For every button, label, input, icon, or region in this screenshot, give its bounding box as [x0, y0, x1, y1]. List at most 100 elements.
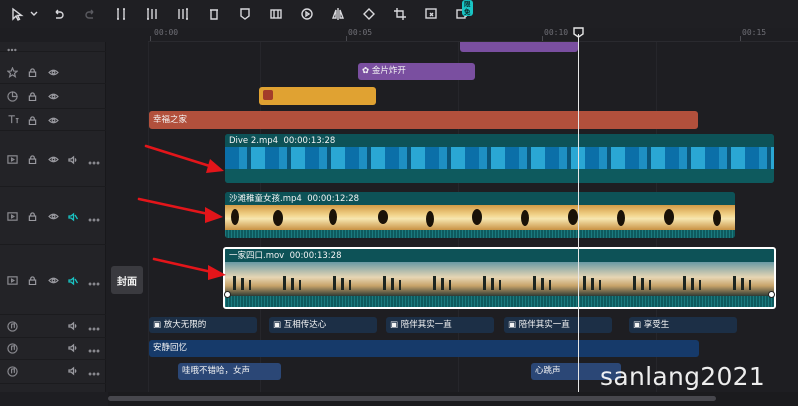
clip-thumbnails	[225, 147, 774, 169]
text-clip[interactable]: 幸福之家	[149, 111, 698, 129]
sticker-clip[interactable]	[259, 87, 376, 105]
clip-audio-strip	[225, 296, 774, 307]
playhead-handle-icon[interactable]	[573, 27, 584, 38]
volume-icon[interactable]	[68, 321, 78, 331]
speech-clip[interactable]: ▣ 陪伴其实一直	[504, 317, 612, 333]
ruler-mark	[740, 36, 741, 41]
video-clip-2[interactable]: 沙滩稚童女孩.mp4 00:00:12:28	[225, 192, 735, 238]
volume-icon[interactable]	[68, 343, 78, 353]
effect-clip[interactable]: ✿ 金片炸开	[358, 63, 475, 80]
lock-icon[interactable]	[28, 155, 37, 165]
more-icon[interactable]	[88, 369, 100, 376]
lock-icon[interactable]	[28, 212, 37, 222]
effect-clip-name: 金片炸开	[371, 66, 406, 76]
rotate-icon[interactable]	[358, 3, 380, 25]
timeline-area[interactable]: ✿ 金片炸开 幸福之家 Dive 2.mp4 00:00:13:28 沙滩稚童女…	[148, 42, 798, 392]
toolbar: 限免	[0, 0, 798, 28]
sfx-clip-label: 心跳声	[535, 366, 561, 376]
select-icon[interactable]	[6, 3, 28, 25]
track-header-audio-music	[0, 338, 106, 360]
sfx-clip[interactable]: 哇哦不错哈，女声	[178, 363, 281, 380]
lock-icon[interactable]	[28, 276, 37, 286]
redo-icon[interactable]	[79, 3, 101, 25]
time-ruler[interactable]: 00:00 00:05 00:10 00:15	[148, 28, 798, 42]
lock-icon[interactable]	[28, 116, 37, 126]
speech-clip[interactable]: ▣ 陪伴其实一直	[386, 317, 494, 333]
track-header-video-1	[0, 131, 106, 187]
watermark: sanlang2021	[600, 362, 766, 391]
cover-button[interactable]: 封面	[111, 266, 143, 294]
playhead-line[interactable]	[578, 34, 579, 392]
more-icon[interactable]	[88, 346, 100, 353]
annotation-arrow-icon	[144, 144, 224, 173]
split-right-icon[interactable]	[172, 3, 194, 25]
track-header-audio-sfx	[0, 360, 106, 384]
ruler-tick: 00:05	[348, 28, 373, 37]
trim-handle-right[interactable]	[768, 291, 775, 298]
clip-thumbnails	[225, 205, 735, 230]
music-clip-label: 安静回忆	[153, 343, 188, 353]
video-clip-main[interactable]: 一家四口.mov 00:00:13:28	[223, 247, 776, 309]
split-icon[interactable]	[110, 3, 132, 25]
text-clip-label: 幸福之家	[153, 115, 188, 125]
edit-icon[interactable]	[420, 3, 442, 25]
smart-frame-icon[interactable]: 限免	[451, 0, 473, 25]
girl-silhouettes	[231, 209, 721, 227]
horizontal-scrollbar[interactable]	[108, 392, 798, 406]
clip-header: 一家四口.mov 00:00:13:28	[225, 249, 774, 262]
partial-top-clip[interactable]	[460, 42, 578, 52]
more-icon[interactable]	[88, 158, 100, 165]
audio-track-icon	[7, 366, 18, 377]
eye-icon[interactable]	[48, 276, 59, 285]
effect-clip-label: ✿ 金片炸开	[362, 66, 406, 76]
speech-clip-label: ▣ 陪伴其实一直	[390, 320, 452, 330]
speech-clip-label: ▣ 享受生	[633, 320, 670, 330]
split-left-icon[interactable]	[141, 3, 163, 25]
more-icon[interactable]	[88, 324, 100, 331]
mute-icon[interactable]	[68, 212, 79, 222]
track-header-video-2	[0, 187, 106, 245]
clip-thumbnails	[225, 262, 774, 296]
speech-clip[interactable]: ▣ 互相传达心	[269, 317, 377, 333]
track-header-text	[0, 109, 106, 131]
eye-icon[interactable]	[48, 68, 59, 77]
sticker-thumbnail	[263, 90, 273, 100]
marker-icon[interactable]	[234, 3, 256, 25]
music-clip[interactable]: 安静回忆	[149, 340, 699, 357]
track-header-audio-speech	[0, 315, 106, 338]
text-icon	[7, 114, 20, 125]
undo-icon[interactable]	[48, 3, 70, 25]
trim-handle-left[interactable]	[224, 291, 231, 298]
mute-icon[interactable]	[68, 276, 79, 286]
crop-icon[interactable]	[389, 3, 411, 25]
eye-icon[interactable]	[48, 212, 59, 221]
mirror-icon[interactable]	[327, 3, 349, 25]
freeze-icon[interactable]	[265, 3, 287, 25]
speech-clip[interactable]: ▣ 放大无限的	[149, 317, 257, 333]
track-header-sticker	[0, 84, 106, 109]
clip-header: 沙滩稚童女孩.mp4 00:00:12:28	[225, 192, 735, 205]
video-track-icon	[7, 275, 18, 286]
more-icon[interactable]	[88, 279, 100, 286]
delete-icon[interactable]	[203, 3, 225, 25]
family-silhouettes	[233, 276, 751, 290]
play-reverse-icon[interactable]	[296, 3, 318, 25]
speech-clip[interactable]: ▣ 享受生	[629, 317, 737, 333]
ruler-mark	[150, 36, 151, 41]
volume-icon[interactable]	[68, 366, 78, 376]
volume-icon[interactable]	[68, 155, 78, 165]
track-header-main-video	[0, 245, 106, 315]
lock-icon[interactable]	[28, 92, 37, 102]
sfx-clip-label: 哇哦不错哈，女声	[182, 366, 251, 376]
lock-icon[interactable]	[28, 68, 37, 78]
clip-title: 一家四口.mov 00:00:13:28	[229, 251, 342, 261]
ruler-mark	[542, 36, 543, 41]
eye-icon[interactable]	[48, 92, 59, 101]
video-clip-1[interactable]: Dive 2.mp4 00:00:13:28	[225, 134, 774, 183]
video-track-icon	[7, 211, 18, 222]
eye-icon[interactable]	[48, 155, 59, 164]
scrollbar-thumb[interactable]	[108, 396, 716, 401]
chevron-down-icon[interactable]	[29, 3, 39, 25]
eye-icon[interactable]	[48, 116, 59, 125]
more-icon[interactable]	[88, 215, 100, 222]
